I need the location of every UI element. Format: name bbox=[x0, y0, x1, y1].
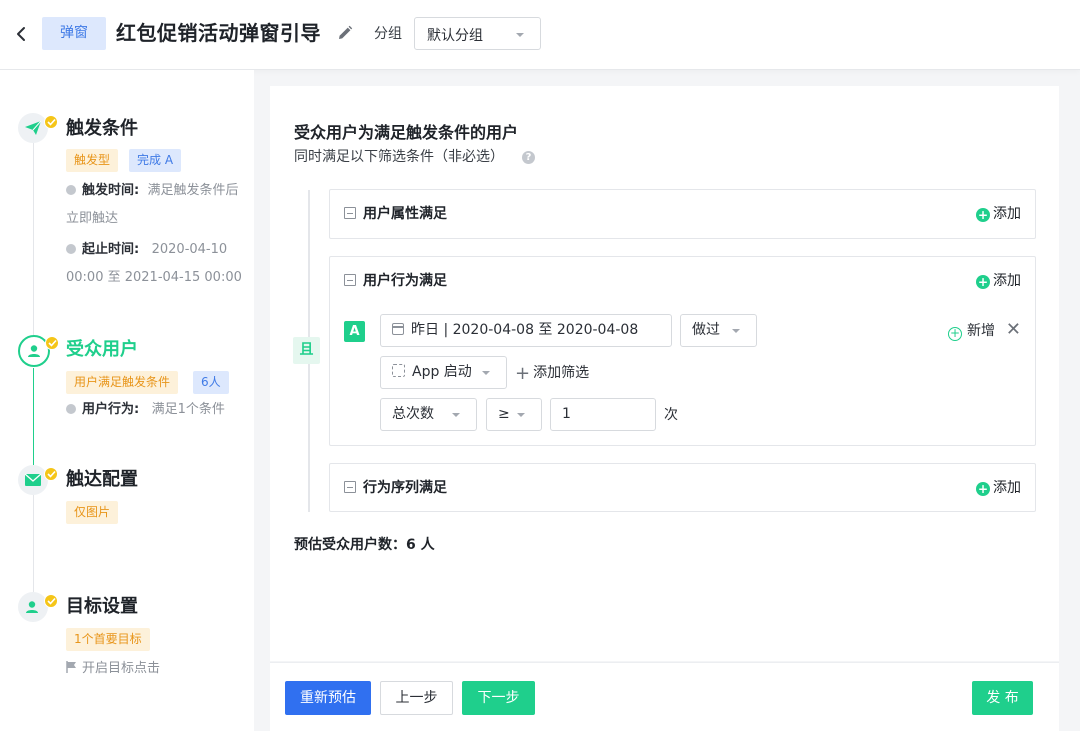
step-connector-active bbox=[33, 368, 34, 465]
check-icon bbox=[44, 115, 58, 129]
action-select[interactable]: 做过 bbox=[680, 314, 757, 347]
target-user-icon[interactable] bbox=[18, 592, 48, 622]
step-sidebar: 触发条件 触发型 完成 A 触发时间: 满足触发条件后立即触达 起止时间: 20… bbox=[0, 70, 254, 731]
collapse-icon[interactable] bbox=[344, 274, 356, 286]
collapse-icon[interactable] bbox=[344, 481, 356, 493]
user-attribute-group: 用户属性满足 + 添加 bbox=[329, 189, 1036, 239]
previous-step-button[interactable]: 上一步 bbox=[380, 681, 453, 715]
collapse-icon[interactable] bbox=[344, 207, 356, 219]
section-title: 受众用户为满足触发条件的用户 bbox=[294, 123, 519, 142]
goal-count-tag: 1个首要目标 bbox=[66, 628, 150, 651]
caret-down-icon bbox=[516, 33, 524, 37]
message-type-tag: 弹窗 bbox=[42, 17, 106, 50]
user-attribute-header[interactable]: 用户属性满足 bbox=[344, 204, 447, 224]
operator-select[interactable]: ≥ bbox=[486, 398, 542, 431]
behavior-sequence-group: 行为序列满足 + 添加 bbox=[329, 463, 1036, 512]
step-connector bbox=[33, 143, 34, 338]
add-behavior-button[interactable]: + 添加 bbox=[976, 271, 1021, 291]
next-step-button[interactable]: 下一步 bbox=[462, 681, 535, 715]
count-unit: 次 bbox=[664, 407, 678, 423]
check-icon bbox=[44, 594, 58, 608]
audience-panel: 受众用户为满足触发条件的用户 同时满足以下筛选条件（非必选） ? 且 用户属性满… bbox=[270, 86, 1059, 661]
condition-label-a: A bbox=[344, 321, 365, 342]
behavior-sequence-header[interactable]: 行为序列满足 bbox=[344, 478, 447, 498]
calendar-icon bbox=[392, 323, 404, 335]
trigger-event-tag: 完成 A bbox=[129, 149, 182, 172]
and-logic-toggle[interactable]: 且 bbox=[293, 337, 320, 364]
step-connector bbox=[33, 495, 34, 592]
trigger-time-info: 触发时间: 满足触发条件后立即触达 bbox=[66, 183, 239, 226]
publish-button[interactable]: 发 布 bbox=[972, 681, 1033, 715]
step-title-reach[interactable]: 触达配置 bbox=[66, 468, 138, 492]
step-title-goal[interactable]: 目标设置 bbox=[66, 595, 138, 619]
add-filter-link[interactable]: + 添加筛选 bbox=[515, 363, 589, 383]
add-sequence-button[interactable]: + 添加 bbox=[976, 478, 1021, 498]
date-range-picker[interactable]: 昨日 | 2020-04-08 至 2020-04-08 bbox=[380, 314, 672, 347]
scan-icon bbox=[392, 364, 405, 377]
step-title-trigger[interactable]: 触发条件 bbox=[66, 117, 138, 141]
help-icon[interactable]: ? bbox=[522, 151, 535, 164]
pencil-icon[interactable] bbox=[336, 24, 354, 46]
plus-circle-icon: + bbox=[976, 275, 990, 289]
check-icon bbox=[45, 336, 59, 350]
group-select[interactable]: 默认分组 bbox=[414, 17, 541, 50]
caret-down-icon bbox=[517, 413, 525, 417]
event-select[interactable]: App 启动 bbox=[380, 356, 507, 389]
metric-select[interactable]: 总次数 bbox=[380, 398, 477, 431]
range-time-end: 00:00 至 2021-04-15 00:00 bbox=[66, 270, 242, 285]
action-footer: 重新预估 上一步 下一步 发 布 bbox=[270, 662, 1059, 731]
plus-circle-icon: + bbox=[976, 482, 990, 496]
reach-type-tag: 仅图片 bbox=[66, 501, 119, 524]
count-value-input[interactable]: 1 bbox=[550, 398, 656, 431]
trigger-type-tag: 触发型 bbox=[66, 149, 119, 172]
group-label: 分组 bbox=[374, 26, 402, 42]
caret-down-icon bbox=[482, 371, 490, 375]
plus-circle-icon: + bbox=[976, 208, 990, 222]
audience-condition-tag: 用户满足触发条件 bbox=[66, 371, 179, 394]
re-estimate-button[interactable]: 重新预估 bbox=[285, 681, 371, 715]
top-header: 弹窗 红包促销活动弹窗引导 分组 默认分组 bbox=[0, 0, 1080, 70]
section-subtitle: 同时满足以下筛选条件（非必选） bbox=[294, 149, 504, 165]
audience-count-tag: 6人 bbox=[193, 371, 229, 394]
add-condition-button[interactable]: + 新增 bbox=[948, 321, 995, 341]
clock-icon bbox=[66, 244, 76, 254]
group-select-value: 默认分组 bbox=[427, 28, 483, 44]
plus-ring-icon: + bbox=[948, 326, 962, 341]
audience-behavior-info: 用户行为: 满足1个条件 bbox=[66, 396, 225, 424]
plus-icon: + bbox=[515, 363, 531, 384]
user-behavior-header[interactable]: 用户行为满足 bbox=[344, 271, 447, 291]
estimated-audience-count: 预估受众用户数：6 人 bbox=[294, 537, 435, 553]
remove-condition-icon[interactable]: ✕ bbox=[1006, 319, 1021, 341]
add-attribute-button[interactable]: + 添加 bbox=[976, 204, 1021, 224]
caret-down-icon bbox=[452, 413, 460, 417]
user-behavior-group: 用户行为满足 + 添加 A 昨日 | 2020-04-08 至 2020-04-0… bbox=[329, 256, 1036, 446]
step-title-audience[interactable]: 受众用户 bbox=[66, 338, 138, 362]
page-title: 红包促销活动弹窗引导 bbox=[116, 21, 321, 45]
goal-click-link[interactable]: 开启目标点击 bbox=[66, 655, 160, 683]
envelope-icon[interactable] bbox=[18, 465, 48, 495]
clock-icon bbox=[66, 185, 76, 195]
paper-plane-icon[interactable] bbox=[18, 113, 48, 143]
check-circle-icon bbox=[66, 404, 76, 414]
range-time-info: 起止时间: 2020-04-10 bbox=[66, 236, 227, 264]
back-arrow-icon[interactable] bbox=[12, 22, 32, 46]
flag-icon bbox=[66, 661, 76, 673]
caret-down-icon bbox=[732, 329, 740, 333]
check-icon bbox=[44, 467, 58, 481]
